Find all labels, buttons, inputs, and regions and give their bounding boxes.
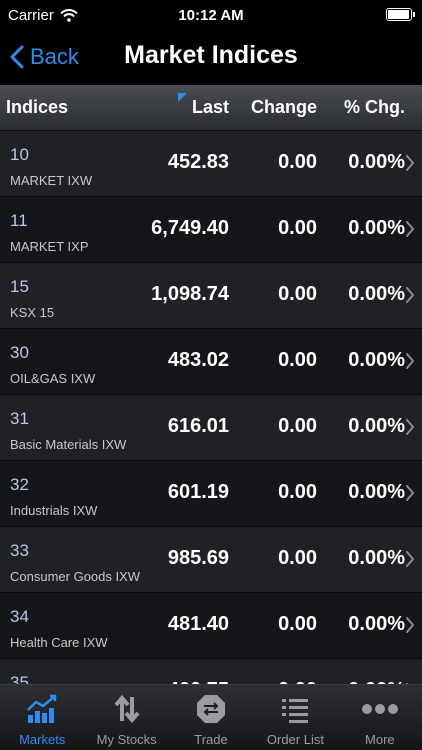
chevron-right-icon <box>406 617 415 633</box>
index-last: 601.19 <box>167 481 229 503</box>
index-code: 35 <box>10 673 29 684</box>
index-last: 985.69 <box>167 547 229 569</box>
index-row[interactable]: 31 Basic Materials IXW 616.01 0.00 0.00% <box>0 395 422 461</box>
index-name: MARKET IXW <box>10 173 93 188</box>
index-name: KSX 15 <box>10 305 55 320</box>
tab-label: Markets <box>19 732 66 747</box>
index-change: 0.00 <box>278 283 317 305</box>
index-code: 10 <box>10 145 29 164</box>
index-pct-change: 0.00% <box>348 283 405 305</box>
index-last: 1,098.74 <box>151 283 229 305</box>
index-code: 33 <box>10 541 29 560</box>
chevron-right-icon <box>406 287 415 303</box>
index-pct-change: 0.00% <box>348 217 405 239</box>
index-code: 32 <box>10 475 29 494</box>
column-pct-change[interactable]: % Chg. <box>344 97 405 118</box>
column-header: Indices Last Change % Chg. <box>0 85 422 131</box>
chevron-right-icon <box>406 551 415 567</box>
column-change[interactable]: Change <box>251 97 317 118</box>
tab-more[interactable]: More <box>338 685 422 750</box>
chevron-right-icon <box>406 419 415 435</box>
tab-trade[interactable]: Trade <box>169 685 253 750</box>
index-pct-change: 0.00% <box>348 415 405 437</box>
tab-order-list[interactable]: Order List <box>253 685 337 750</box>
index-row[interactable]: 30 OIL&GAS IXW 483.02 0.00 0.00% <box>0 329 422 395</box>
chevron-right-icon <box>406 353 415 369</box>
index-code: 34 <box>10 607 29 626</box>
index-change: 0.00 <box>278 481 317 503</box>
index-name: Consumer Goods IXW <box>10 569 141 584</box>
index-pct-change: 0.00% <box>348 613 405 635</box>
index-code: 31 <box>10 409 29 428</box>
index-name: Industrials IXW <box>10 503 98 518</box>
index-last: 452.83 <box>167 151 229 173</box>
index-last: 481.40 <box>167 613 229 635</box>
index-change: 0.00 <box>278 613 317 635</box>
index-row[interactable]: 32 Industrials IXW 601.19 0.00 0.00% <box>0 461 422 527</box>
index-name: Health Care IXW <box>10 635 108 650</box>
index-last: 483.02 <box>167 349 229 371</box>
tab-label: Trade <box>194 732 228 747</box>
status-bar: Carrier 10:12 AM <box>0 0 422 30</box>
index-change: 0.00 <box>278 349 317 371</box>
index-change: 0.00 <box>278 415 317 437</box>
status-time: 10:12 AM <box>178 7 244 24</box>
index-name: Basic Materials IXW <box>10 437 127 452</box>
index-code: 15 <box>10 277 29 296</box>
sort-indicator-icon <box>178 93 187 102</box>
chevron-right-icon <box>406 221 415 237</box>
column-last[interactable]: Last <box>192 97 229 118</box>
index-pct-change: 0.00% <box>348 547 405 569</box>
index-change: 0.00 <box>278 151 317 173</box>
tab-bar: Markets My Stocks Trade Order List More <box>0 684 422 750</box>
tab-label: My Stocks <box>96 732 157 747</box>
index-pct-change: 0.00% <box>348 151 405 173</box>
index-row[interactable]: 35400.750.000.00% <box>0 659 422 684</box>
index-last: 616.01 <box>167 415 229 437</box>
index-change: 0.00 <box>278 217 317 239</box>
index-code: 30 <box>10 343 29 362</box>
indices-list[interactable]: 10 MARKET IXW 452.83 0.00 0.00% 11 MARKET IXP 6… <box>0 131 422 684</box>
chevron-right-icon <box>406 155 415 171</box>
index-last: 6,749.40 <box>151 217 229 239</box>
index-row[interactable]: 15 KSX 15 1,098.74 0.00 0.00% <box>0 263 422 329</box>
page-title: Market Indices <box>124 41 298 69</box>
navigation-bar: Back Market Indices <box>0 30 422 85</box>
index-row[interactable]: 34 Health Care IXW 481.40 0.00 0.00% <box>0 593 422 659</box>
index-name: MARKET IXP <box>10 239 89 254</box>
index-code: 11 <box>10 211 28 230</box>
index-pct-change: 0.00% <box>348 481 405 503</box>
index-row[interactable]: 33 Consumer Goods IXW 985.69 0.00 0.00% <box>0 527 422 593</box>
tab-my-stocks[interactable]: My Stocks <box>84 685 168 750</box>
index-name: OIL&GAS IXW <box>10 371 96 386</box>
index-pct-change: 0.00% <box>348 349 405 371</box>
column-indices[interactable]: Indices <box>6 97 68 118</box>
tab-label: Order List <box>266 732 324 747</box>
index-row[interactable]: 11 MARKET IXP 6,749.40 0.00 0.00% <box>0 197 422 263</box>
tab-markets[interactable]: Markets <box>0 685 84 750</box>
chevron-right-icon <box>406 485 415 501</box>
tab-label: More <box>365 732 395 747</box>
index-row[interactable]: 10 MARKET IXW 452.83 0.00 0.00% <box>0 131 422 197</box>
battery-level <box>388 10 409 19</box>
battery-icon <box>386 8 415 21</box>
index-change: 0.00 <box>278 547 317 569</box>
